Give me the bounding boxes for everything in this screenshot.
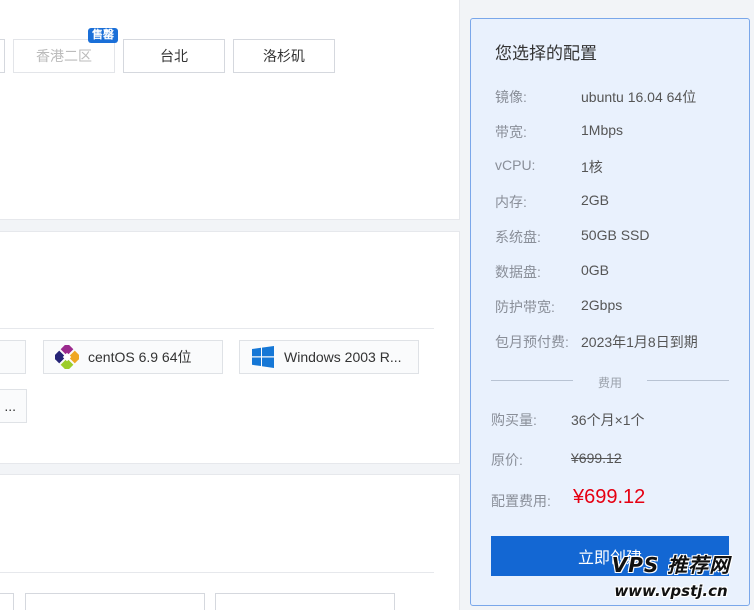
- image-option-centos[interactable]: centOS 6.9 64位: [43, 340, 223, 374]
- original-price-label: 原价:: [491, 452, 523, 468]
- divider: [647, 380, 729, 381]
- region-option-taipei[interactable]: 台北: [123, 39, 225, 73]
- summary-label: 防护带宽:: [495, 299, 555, 315]
- summary-label: 系统盘:: [495, 229, 541, 245]
- create-now-button[interactable]: 立即创建: [491, 536, 729, 576]
- summary-value: 0GB: [581, 262, 610, 278]
- fee-section-label: 费用: [597, 376, 622, 390]
- bottom-option-2[interactable]: [215, 593, 395, 610]
- region-option-los-angeles[interactable]: 洛杉矶: [233, 39, 335, 73]
- image-card: centOS 6.9 64位 Windows 2003 R... ...: [0, 231, 460, 464]
- summary-value: 2023年1月8日到期: [581, 334, 698, 350]
- summary-value: 2Gbps: [581, 297, 623, 313]
- summary-value: 50GB SSD: [581, 227, 650, 243]
- image-option-label: Windows 2003 R...: [284, 349, 402, 365]
- quantity-label: 购买量:: [491, 412, 537, 428]
- image-option-partial[interactable]: [0, 340, 26, 374]
- config-fee-label: 配置费用:: [491, 493, 551, 509]
- bottom-option-0[interactable]: [0, 593, 14, 610]
- summary-title: 您选择的配置: [495, 44, 597, 63]
- image-option-partial-2[interactable]: ...: [0, 389, 27, 423]
- centos-icon: [54, 344, 80, 370]
- sold-out-badge: 售罄: [88, 28, 118, 43]
- quantity-value: 36个月×1个: [571, 412, 645, 428]
- original-price-value: ¥699.12: [571, 450, 622, 466]
- image-option-label: centOS 6.9 64位: [88, 349, 192, 365]
- summary-value: 1Mbps: [581, 122, 624, 138]
- bottom-option-1[interactable]: [25, 593, 205, 610]
- region-option-0[interactable]: [0, 39, 5, 73]
- summary-value: 2GB: [581, 192, 610, 208]
- divider: [0, 572, 434, 573]
- image-option-label: ...: [4, 398, 16, 414]
- divider: [0, 328, 434, 329]
- summary-value: 1核: [581, 159, 603, 175]
- region-option-hongkong-2: 香港二区: [13, 39, 115, 73]
- config-fee-value: ¥699.12: [573, 486, 646, 508]
- summary-label: 数据盘:: [495, 264, 541, 280]
- summary-label: 镜像:: [495, 89, 527, 105]
- windows-icon: [250, 344, 276, 370]
- image-option-windows[interactable]: Windows 2003 R...: [239, 340, 419, 374]
- bottom-card: [0, 474, 460, 610]
- summary-label: 内存:: [495, 194, 527, 210]
- summary-label: vCPU:: [495, 157, 536, 173]
- summary-label: 包月预付费:: [495, 334, 569, 350]
- summary-label: 带宽:: [495, 124, 527, 140]
- summary-value: ubuntu 16.04 64位: [581, 89, 697, 105]
- region-card: 香港二区 台北 洛杉矶 售罄: [0, 0, 460, 220]
- config-summary-panel: 您选择的配置 镜像: ubuntu 16.04 64位 带宽: 1Mbps vC…: [470, 18, 750, 606]
